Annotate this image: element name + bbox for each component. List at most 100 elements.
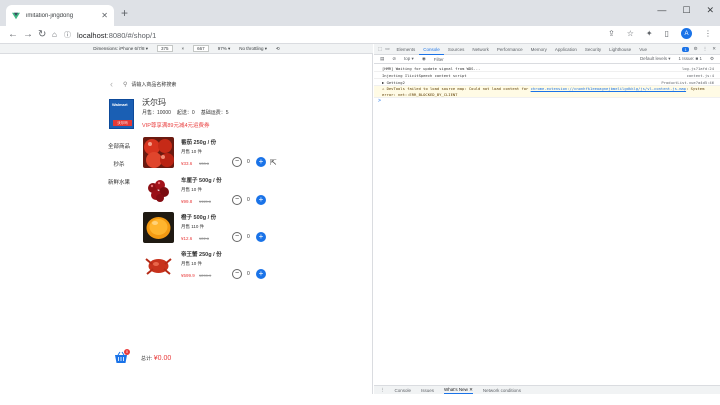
share-icon[interactable]: ⇪	[608, 29, 615, 38]
product-quantity: 0	[247, 197, 250, 203]
plus-button[interactable]: +	[256, 157, 266, 167]
monthly-sales: 月售：10000	[142, 110, 171, 116]
shop-name: 沃尔玛	[142, 98, 166, 107]
eye-icon[interactable]: ◉	[422, 56, 426, 62]
devtools-actions: 1 ⚙ ⋮ ✕	[682, 46, 720, 52]
tab-vue[interactable]: Vue	[635, 44, 651, 55]
plus-button[interactable]: +	[256, 232, 266, 242]
cherry-image	[143, 175, 174, 206]
log-source-link[interactable]: ProductList.vue?a4d5:46	[661, 79, 714, 85]
log-text: ▶ Getting2	[382, 80, 405, 85]
issues-badge[interactable]: 1	[682, 46, 689, 52]
product-price: ¥99.8	[181, 199, 193, 204]
console-settings-icon[interactable]: ⚙	[710, 56, 714, 62]
category-sidebar: 全部商品 秒杀 新鲜水果	[100, 143, 138, 197]
drawer-tab-network-conditions[interactable]: Network conditions	[483, 388, 521, 393]
sidebar-toggle-icon[interactable]: ▤	[380, 56, 384, 62]
context-select[interactable]: top ▾	[404, 56, 414, 62]
log-source-link[interactable]: log.js?1afd:24	[682, 65, 714, 71]
height-input[interactable]: 667	[193, 45, 209, 52]
cart-total: 总计: ¥0.00	[141, 355, 171, 362]
close-devtools-icon[interactable]: ✕	[712, 46, 716, 52]
tab-title: imitation-jingdong	[26, 12, 74, 19]
warning-icon: ⚠	[382, 86, 385, 91]
inspect-icon[interactable]: ⬚	[378, 46, 382, 52]
issues-count[interactable]: 1 Issue: ■ 1	[678, 56, 701, 62]
product-quantity: 0	[247, 159, 250, 165]
minimize-icon[interactable]: —	[657, 5, 666, 16]
drawer-menu-icon[interactable]: ⋮	[380, 387, 385, 393]
tab-console[interactable]: Console	[419, 44, 444, 55]
tab-elements[interactable]: Elements	[393, 44, 420, 55]
width-input[interactable]: 375	[157, 45, 173, 52]
category-item-all[interactable]: 全部商品	[100, 143, 138, 161]
console-log-line: Injecting IlicitSpeech content script co…	[374, 72, 720, 79]
product-price: ¥33.6	[181, 161, 193, 166]
home-icon[interactable]: ⌂	[52, 29, 57, 41]
plus-button[interactable]: +	[256, 195, 266, 205]
toolbar-icons: ⇪ ☆ ✦ ▯ A ⋮	[608, 28, 712, 39]
devtools-drawer-tabs: ⋮ Console Issues What's New ✕ Network co…	[374, 385, 720, 394]
product-sales: 月售 10 件	[181, 149, 203, 154]
product-name: 番茄 250g / 份	[181, 140, 217, 146]
close-tab-icon[interactable]: ✕	[101, 11, 108, 20]
category-item-seckill[interactable]: 秒杀	[100, 161, 138, 179]
log-text: Injecting IlicitSpeech content script	[382, 73, 467, 78]
sidebar-icon[interactable]: ▯	[665, 29, 669, 38]
maximize-icon[interactable]: ☐	[682, 5, 690, 16]
zoom-select[interactable]: 97% ▾	[218, 46, 231, 52]
tab-memory[interactable]: Memory	[527, 44, 551, 55]
profile-avatar[interactable]: A	[681, 28, 692, 39]
product-item: 番茄 250g / 份 月售 10 件 ¥33.6 ¥33.6 − 0 +	[143, 137, 373, 173]
levels-select[interactable]: Default levels ▾	[640, 56, 671, 62]
rotate-icon[interactable]: ⟲	[276, 46, 280, 52]
address-bar[interactable]: ⓘ localhost:8080/#/shop/1	[64, 28, 584, 42]
drawer-tab-whats-new[interactable]: What's New ✕	[444, 387, 473, 394]
tab-security[interactable]: Security	[581, 44, 605, 55]
console-prompt[interactable]: >	[374, 98, 720, 104]
mouse-cursor-icon: ⇱	[270, 158, 277, 167]
throttle-select[interactable]: No throttling ▾	[239, 46, 267, 52]
device-toggle-icon[interactable]: ▭	[385, 46, 389, 52]
tab-application[interactable]: Application	[551, 44, 581, 55]
back-arrow-icon[interactable]: ←	[8, 29, 18, 41]
product-price: ¥599.9	[181, 273, 195, 278]
tomato-image	[143, 137, 174, 168]
new-tab-button[interactable]: +	[121, 7, 128, 19]
tab-sources[interactable]: Sources	[444, 44, 469, 55]
times-sign: ×	[181, 46, 185, 51]
warning-link[interactable]: chrome-extension://cnonhfk1eeoagnejbmeli…	[531, 86, 686, 91]
search-row: ‹ ⚲ 请输入商品名称搜索	[110, 79, 176, 89]
category-item-fruit[interactable]: 新鲜水果	[100, 179, 138, 197]
clear-console-icon[interactable]: ⊘	[392, 56, 396, 62]
tab-lighthouse[interactable]: Lighthouse	[605, 44, 635, 55]
minus-button[interactable]: −	[232, 269, 242, 279]
device-toolbar: Dimensions: iPhone 6/7/8 ▾ 375 × 667 97%…	[0, 44, 373, 54]
tab-performance[interactable]: Performance	[493, 44, 527, 55]
minus-button[interactable]: −	[232, 157, 242, 167]
drawer-tab-issues[interactable]: Issues	[421, 388, 434, 393]
reload-icon[interactable]: ↻	[38, 29, 46, 41]
device-select[interactable]: Dimensions: iPhone 6/7/8 ▾	[93, 46, 148, 52]
settings-gear-icon[interactable]: ⚙	[694, 46, 698, 52]
console-log-line[interactable]: ▶ Getting2 ProductList.vue?a4d5:46	[374, 79, 720, 86]
back-chevron-icon[interactable]: ‹	[110, 79, 113, 89]
minus-button[interactable]: −	[232, 232, 242, 242]
bookmark-star-icon[interactable]: ☆	[627, 29, 634, 38]
drawer-tab-console[interactable]: Console	[395, 388, 412, 393]
min-order: 起送：0	[176, 110, 195, 116]
menu-kebab-icon[interactable]: ⋮	[704, 29, 712, 38]
extensions-icon[interactable]: ✦	[646, 29, 653, 38]
filter-input[interactable]: Filter	[434, 57, 444, 62]
tab-network[interactable]: Network	[468, 44, 493, 55]
close-window-icon[interactable]: ✕	[706, 5, 714, 16]
plus-button[interactable]: +	[256, 269, 266, 279]
log-source-link[interactable]: content.js:4	[687, 72, 714, 78]
minus-button[interactable]: −	[232, 195, 242, 205]
search-input[interactable]: 请输入商品名称搜索	[131, 81, 176, 88]
url-host: localhost	[77, 30, 107, 40]
info-icon[interactable]: ⓘ	[64, 30, 71, 40]
devtools-menu-icon[interactable]: ⋮	[703, 46, 708, 52]
browser-tab[interactable]: imitation-jingdong ✕	[6, 5, 114, 26]
forward-arrow-icon[interactable]: →	[23, 29, 33, 41]
